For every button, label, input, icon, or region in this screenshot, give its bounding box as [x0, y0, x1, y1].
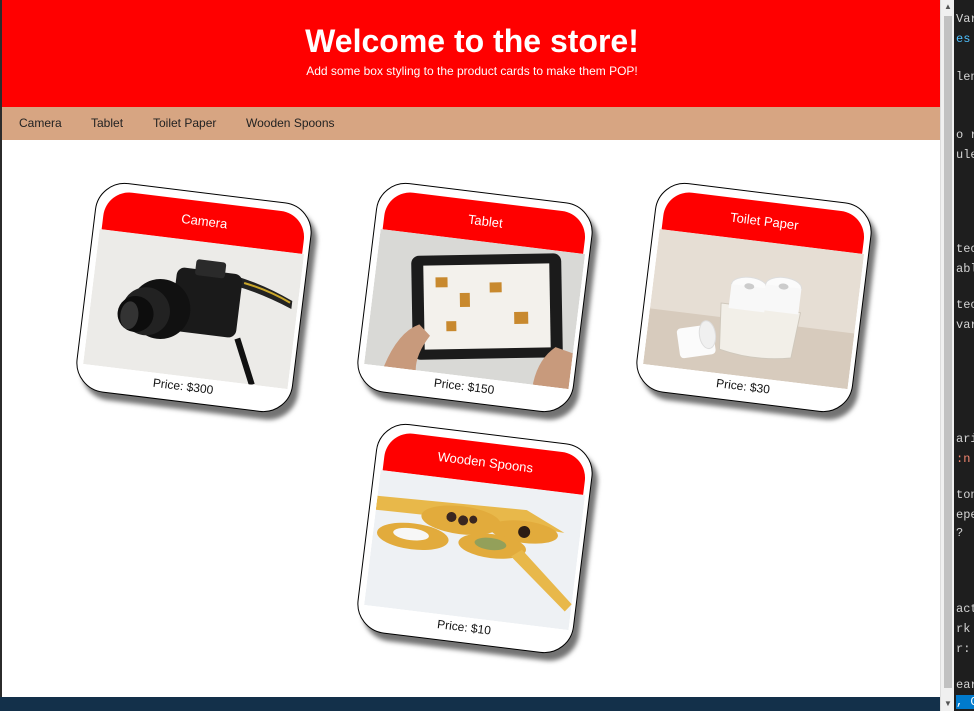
nav-link-toilet-paper[interactable]: Toilet Paper [138, 107, 231, 140]
toilet-paper-photo [643, 228, 865, 390]
editor-line: var [956, 318, 974, 332]
nav-link-tablet[interactable]: Tablet [76, 107, 138, 140]
product-card-toilet-paper[interactable]: Toilet Paper Price: $30 [632, 179, 876, 416]
editor-line: Var [956, 12, 974, 26]
editor-line: len [956, 70, 974, 84]
editor-line: tec [956, 298, 974, 312]
editor-line: act [956, 602, 974, 616]
browser-viewport: Welcome to the store! Add some box styli… [0, 0, 940, 697]
editor-line: rk [956, 622, 971, 636]
editor-line: ear [956, 678, 974, 692]
page-header: Welcome to the store! Add some box styli… [2, 0, 940, 107]
scroll-up-icon[interactable]: ▲ [941, 0, 955, 14]
editor-line: epe [956, 508, 974, 522]
editor-line: :n [956, 452, 971, 466]
scroll-down-icon[interactable]: ▼ [941, 697, 955, 711]
editor-line: r: [956, 642, 971, 656]
camera-photo [83, 228, 305, 390]
editor-line: tec [956, 242, 974, 256]
nav-link-camera[interactable]: Camera [4, 107, 77, 140]
product-card-camera[interactable]: Camera Price: $300 [72, 179, 316, 416]
scroll-thumb[interactable] [944, 16, 952, 688]
product-card-wooden-spoons[interactable]: Wooden Spoons Price: $10 [353, 420, 597, 657]
tablet-photo [364, 228, 586, 390]
editor-line: ton [956, 488, 974, 502]
editor-status: , Co [956, 695, 974, 709]
editor-line: o r [956, 128, 974, 142]
editor-line: ? [956, 526, 964, 540]
code-editor-strip: Var es len o r ule tec abl tec var ari :… [954, 0, 974, 711]
vertical-scrollbar[interactable]: ▲ ▼ [940, 0, 954, 711]
nav-bar: Camera Tablet Toilet Paper Wooden Spoons [2, 107, 940, 140]
nav-link-wooden-spoons[interactable]: Wooden Spoons [231, 107, 350, 140]
editor-line: ule [956, 148, 974, 162]
editor-line: es [956, 32, 971, 46]
product-card-tablet[interactable]: Tablet Price: $150 [353, 179, 597, 416]
page-title: Welcome to the store! [305, 23, 639, 59]
editor-line: ari [956, 432, 974, 446]
wooden-spoons-photo [364, 469, 586, 631]
editor-line: abl [956, 262, 974, 276]
taskbar-strip [0, 697, 940, 711]
page-subtitle: Add some box styling to the product card… [306, 64, 638, 78]
